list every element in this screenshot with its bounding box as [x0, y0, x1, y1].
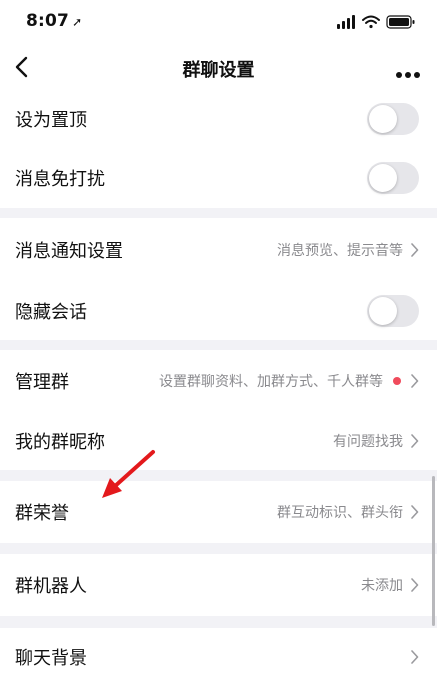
more-icon	[396, 72, 420, 78]
setting-group-robot[interactable]: 群机器人 未添加	[0, 554, 437, 616]
chevron-right-icon	[411, 434, 419, 448]
setting-notification[interactable]: 消息通知设置 消息预览、提示音等	[0, 218, 437, 282]
setting-label: 消息免打扰	[15, 169, 105, 190]
setting-pin-top[interactable]: 设为置顶	[0, 90, 437, 148]
setting-hide-chat[interactable]: 隐藏会话	[0, 282, 437, 340]
setting-value: 设置群聊资料、加群方式、千人群等	[159, 374, 383, 390]
chevron-right-icon	[411, 650, 419, 664]
status-bar: 8:07 ➚	[0, 0, 437, 44]
chevron-right-icon	[411, 505, 419, 519]
setting-manage-group[interactable]: 管理群 设置群聊资料、加群方式、千人群等	[0, 350, 437, 412]
hide-chat-toggle[interactable]	[367, 295, 419, 327]
toggle-knob	[369, 297, 397, 325]
mute-toggle[interactable]	[367, 162, 419, 194]
red-dot-badge	[393, 377, 401, 385]
setting-label: 管理群	[15, 372, 69, 393]
setting-label: 设为置顶	[15, 110, 87, 131]
setting-label: 消息通知设置	[15, 241, 123, 262]
setting-label: 聊天背景	[15, 648, 87, 669]
toggle-knob	[369, 164, 397, 192]
setting-chat-background[interactable]: 聊天背景	[0, 628, 437, 686]
chevron-right-icon	[411, 243, 419, 257]
setting-mute[interactable]: 消息免打扰	[0, 148, 437, 208]
location-icon: ➚	[72, 15, 83, 29]
setting-my-nickname[interactable]: 我的群昵称 有问题找我	[0, 412, 437, 470]
status-icons	[337, 14, 417, 30]
toggle-knob	[369, 105, 397, 133]
signal-icon	[337, 15, 355, 29]
setting-label: 隐藏会话	[15, 302, 87, 323]
setting-value: 未添加	[361, 578, 403, 594]
battery-icon	[386, 15, 415, 29]
page-title: 群聊设置	[182, 60, 255, 81]
wifi-icon	[362, 15, 380, 29]
chevron-right-icon	[411, 374, 419, 388]
setting-value: 群互动标识、群头衔	[277, 505, 403, 521]
annotation-arrow-icon	[102, 450, 155, 498]
more-button[interactable]	[395, 64, 421, 78]
setting-label: 群荣誉	[15, 503, 69, 524]
setting-label: 群机器人	[15, 576, 87, 597]
status-time: 8:07 ➚	[26, 11, 82, 31]
setting-group-honor[interactable]: 群荣誉 群互动标识、群头衔	[0, 481, 437, 543]
setting-label: 我的群昵称	[15, 432, 105, 453]
scrollbar[interactable]	[432, 476, 435, 626]
time-text: 8:07	[26, 11, 70, 31]
setting-value: 消息预览、提示音等	[277, 243, 403, 259]
pin-top-toggle[interactable]	[367, 103, 419, 135]
setting-value: 有问题找我	[333, 434, 403, 450]
chevron-right-icon	[411, 578, 419, 592]
nav-bar: 群聊设置	[0, 44, 437, 90]
